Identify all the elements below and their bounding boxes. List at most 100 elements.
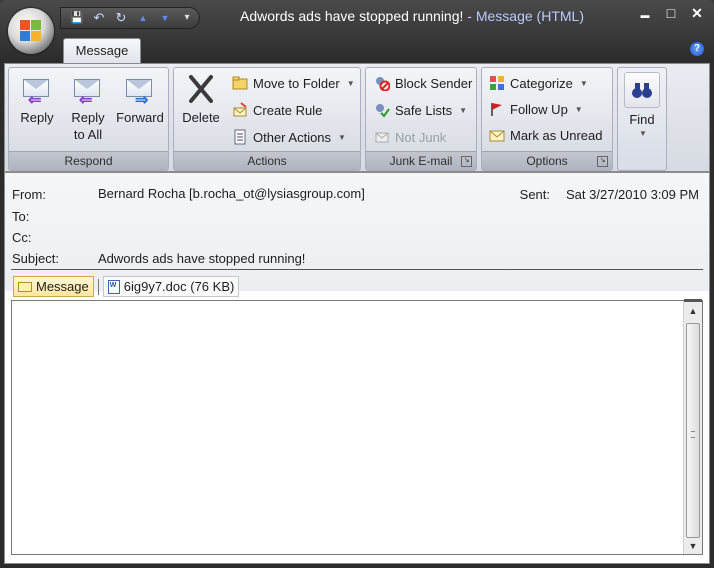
categorize-label: Categorize <box>510 75 573 91</box>
word-document-icon <box>107 279 120 294</box>
categorize-icon <box>489 75 505 91</box>
attachment-bar: Message 6ig9y7.doc (76 KB) <box>13 276 240 297</box>
move-folder-icon <box>232 75 248 91</box>
options-group: Categorize ▼ Follow Up ▼ Mark as Unread Op… <box>481 67 613 171</box>
find-group: Find ▼ <box>617 67 667 171</box>
scroll-up-arrow-icon[interactable]: ▲ <box>687 306 699 316</box>
create-rule-icon <box>232 102 248 118</box>
subject-value: Adwords ads have stopped running! <box>98 251 306 266</box>
block-sender-label: Block Sender <box>395 75 473 91</box>
scroll-grip-icon <box>691 430 695 438</box>
reply-icon: ⇐ <box>20 72 54 109</box>
safe-lists-icon <box>374 102 390 118</box>
safe-lists-label: Safe Lists <box>395 102 453 118</box>
find-label: Find <box>629 112 655 127</box>
junk-email-group-label: Junk E-mail <box>366 151 476 170</box>
mark-as-unread-button[interactable]: Mark as Unread <box>489 124 602 146</box>
message-header: From: Bernard Rocha [b.rocha_ot@lysiasgr… <box>5 173 709 297</box>
message-content: From: Bernard Rocha [b.rocha_ot@lysiasgr… <box>4 172 710 564</box>
save-icon[interactable]: 💾 <box>69 11 85 25</box>
window-title: Adwords ads have stopped running! - Mess… <box>200 8 624 24</box>
delete-label: Delete <box>182 110 220 125</box>
from-label: From: <box>12 187 46 202</box>
reply-button[interactable]: ⇐ Reply <box>13 72 61 125</box>
message-body[interactable]: ▲ ▼ <box>11 299 703 555</box>
create-rule-label: Create Rule <box>253 102 323 118</box>
chevron-down-icon: ▼ <box>459 105 468 115</box>
undo-icon[interactable]: ↶ <box>91 11 107 25</box>
reply-all-icon: ⇐ <box>71 72 105 109</box>
attachment-name: 6ig9y7.doc (76 KB) <box>123 279 235 294</box>
attachment-divider <box>97 278 99 295</box>
mail-icon <box>18 281 32 292</box>
respond-group: ⇐ Reply ⇐ Reply to All ⇒ Forward Respond <box>8 67 169 171</box>
scrollbar-top-cap <box>684 299 702 302</box>
chevron-down-icon: ▼ <box>639 129 647 138</box>
junk-dialog-launcher-icon[interactable]: ↘ <box>461 156 472 167</box>
other-actions-button[interactable]: Other Actions ▼ <box>232 126 346 148</box>
window-controls: ▬ □ ✕ <box>638 5 704 25</box>
reply-label: Reply <box>20 110 54 125</box>
forward-button[interactable]: ⇒ Forward <box>113 72 167 125</box>
chevron-down-icon: ▼ <box>338 132 346 142</box>
safe-lists-button[interactable]: Safe Lists ▼ <box>374 99 467 121</box>
sent-label: Sent: <box>519 187 551 202</box>
not-junk-label: Not Junk <box>395 129 447 145</box>
chevron-down-icon: ▼ <box>346 78 355 88</box>
sent-value: Sat 3/27/2010 3:09 PM <box>566 187 699 202</box>
office-logo-icon <box>20 20 42 42</box>
forward-icon: ⇒ <box>123 72 157 109</box>
title-separator: - <box>463 8 476 24</box>
help-icon[interactable]: ? <box>690 42 704 56</box>
delete-x-icon <box>184 72 218 106</box>
not-junk-button[interactable]: Not Junk <box>374 126 446 148</box>
chevron-down-icon: ▼ <box>574 104 583 114</box>
junk-email-group: Block Sender Safe Lists ▼ Not Junk Junk E… <box>365 67 477 171</box>
reply-all-label-1: Reply <box>71 110 105 125</box>
customize-qat-icon[interactable]: ▾ <box>179 11 195 25</box>
title-app: Message (HTML) <box>475 8 584 24</box>
scroll-down-arrow-icon[interactable]: ▼ <box>687 541 699 551</box>
next-item-icon[interactable]: ▼ <box>157 11 173 25</box>
close-button[interactable]: ✕ <box>690 5 704 25</box>
respond-group-label: Respond <box>9 151 168 170</box>
reply-all-button[interactable]: ⇐ Reply to All <box>64 72 112 142</box>
redo-icon[interactable]: ↻ <box>113 11 129 25</box>
block-sender-icon <box>374 75 391 92</box>
previous-item-icon[interactable]: ▲ <box>135 11 151 25</box>
title-subject: Adwords ads have stopped running! <box>240 8 464 24</box>
create-rule-button[interactable]: Create Rule <box>232 99 322 121</box>
chevron-down-icon: ▼ <box>579 78 588 88</box>
from-value[interactable]: Bernard Rocha [b.rocha_ot@lysiasgroup.co… <box>98 186 365 201</box>
minimize-button[interactable]: ▬ <box>638 5 652 25</box>
block-sender-button[interactable]: Block Sender <box>374 72 472 94</box>
vertical-scrollbar[interactable]: ▲ ▼ <box>683 299 702 554</box>
mark-as-unread-label: Mark as Unread <box>510 127 603 143</box>
move-to-folder-label: Move to Folder <box>253 75 340 91</box>
flag-icon <box>489 101 505 117</box>
message-tab-button[interactable]: Message <box>13 276 94 297</box>
tab-message[interactable]: Message <box>63 38 141 65</box>
actions-group: Delete Move to Folder ▼ Create Rule Other… <box>173 67 361 171</box>
options-group-label: Options <box>482 151 612 170</box>
subject-label: Subject: <box>12 251 59 266</box>
attachment-item[interactable]: 6ig9y7.doc (76 KB) <box>102 276 240 297</box>
other-actions-label: Other Actions <box>253 129 332 145</box>
forward-label: Forward <box>116 110 164 125</box>
office-button[interactable] <box>8 8 54 54</box>
categorize-button[interactable]: Categorize ▼ <box>489 72 588 94</box>
delete-button[interactable]: Delete <box>177 72 225 125</box>
other-actions-icon <box>232 129 248 145</box>
move-to-folder-button[interactable]: Move to Folder ▼ <box>232 72 355 94</box>
scroll-thumb[interactable] <box>686 323 700 538</box>
options-dialog-launcher-icon[interactable]: ↘ <box>597 156 608 167</box>
maximize-button[interactable]: □ <box>664 5 678 25</box>
to-label: To: <box>12 209 30 224</box>
quick-access-toolbar: 💾 ↶ ↻ ▲ ▼ ▾ <box>60 7 200 29</box>
actions-group-label: Actions <box>174 151 360 170</box>
binoculars-icon <box>624 72 660 108</box>
header-divider <box>11 269 703 270</box>
find-button[interactable]: Find ▼ <box>620 72 664 138</box>
follow-up-button[interactable]: Follow Up ▼ <box>489 98 583 120</box>
reply-all-label-2: to All <box>73 127 103 142</box>
